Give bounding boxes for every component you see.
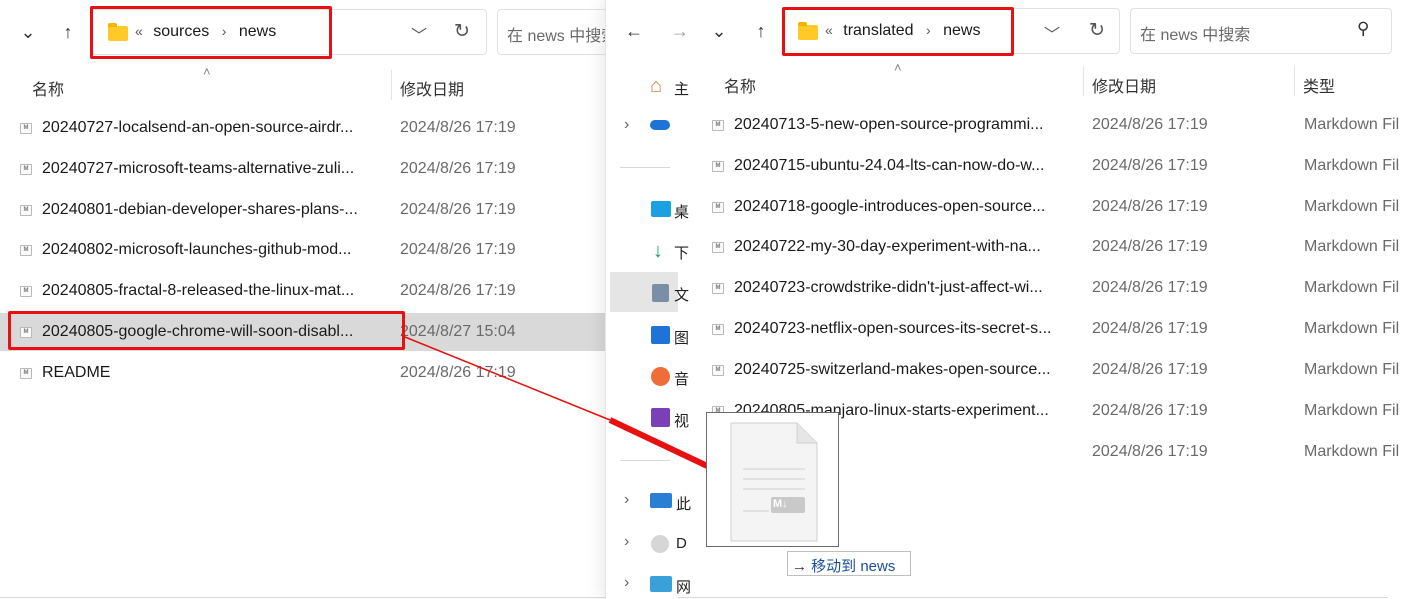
markdown-badge: M↓	[773, 498, 788, 510]
markdown-document-icon	[730, 422, 818, 542]
drag-annotation-arrow	[404, 336, 769, 497]
move-arrow-icon: →	[792, 558, 807, 575]
drag-ghost-preview: M↓	[706, 412, 839, 547]
move-to-label: 移动到 news	[811, 558, 896, 575]
move-to-tooltip: → 移动到 news	[787, 551, 911, 576]
